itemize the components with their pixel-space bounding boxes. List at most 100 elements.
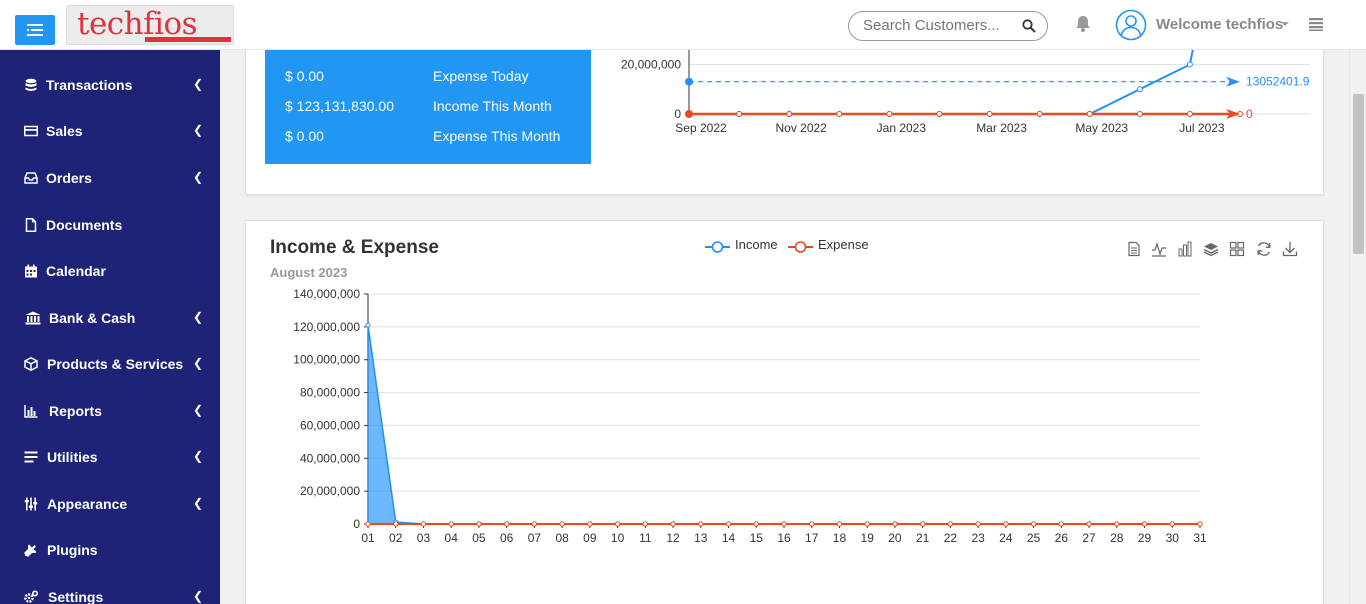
refresh-icon[interactable] [1256, 241, 1272, 257]
sidebar-item-documents[interactable]: Documents [0, 205, 220, 245]
sidebar-item-label: Plugins [47, 542, 98, 558]
x-tick-label: Nov 2022 [775, 121, 827, 135]
database-icon [25, 78, 37, 91]
y-tick-label: 80,000,000 [300, 386, 360, 400]
data-point [886, 111, 893, 117]
y-tick-label: 60,000,000 [300, 418, 360, 432]
sidebar-item-settings[interactable]: Settings ❮ [0, 577, 220, 604]
data-point [614, 521, 621, 527]
summary-row: $ 0.00 Expense Today [265, 68, 591, 88]
data-point [1136, 111, 1143, 117]
plug-icon [24, 544, 37, 557]
sidebar-item-sales[interactable]: Sales ❮ [0, 111, 220, 151]
caret-down-icon[interactable] [1281, 22, 1289, 26]
series-line-income [367, 325, 1200, 525]
data-point [986, 111, 993, 117]
x-tick-label: Jan 2023 [877, 121, 927, 135]
data-point [1036, 111, 1043, 117]
y-tick-label: 0 [353, 517, 360, 531]
sidebar-item-appearance[interactable]: Appearance ❮ [0, 484, 220, 524]
data-point [1086, 111, 1093, 117]
sidebar-item-label: Reports [49, 403, 102, 419]
x-tick-label: 25 [1027, 531, 1041, 545]
tiled-icon[interactable] [1229, 241, 1245, 257]
x-tick-label: 24 [999, 531, 1013, 545]
bell-icon[interactable] [1075, 15, 1091, 33]
data-point [420, 521, 427, 527]
list-icon [24, 451, 38, 463]
logo-tagline-strip [145, 37, 231, 42]
data-view-icon[interactable] [1126, 241, 1142, 257]
expense-markline-start [685, 110, 693, 118]
x-tick-label: 27 [1082, 531, 1096, 545]
x-tick-label: 15 [750, 531, 764, 545]
sidebar-item-plugins[interactable]: Plugins [0, 530, 220, 570]
data-point [642, 521, 649, 527]
search-icon[interactable] [1022, 19, 1036, 33]
chevron-left-icon: ❮ [193, 170, 204, 184]
data-point [587, 521, 593, 527]
summary-row: $ 0.00 Expense This Month [265, 128, 591, 148]
data-point [365, 322, 371, 328]
x-tick-label: 17 [805, 531, 819, 545]
x-tick-label: 01 [361, 531, 375, 545]
download-icon[interactable] [1282, 241, 1298, 257]
search-input[interactable] [863, 17, 1013, 34]
page-scrollbar[interactable] [1349, 50, 1366, 604]
sidebar-item-reports[interactable]: Reports ❮ [0, 391, 220, 431]
x-tick-label: 13 [694, 531, 708, 545]
data-point [919, 521, 926, 527]
summary-box: $ 0.00 Expense Today $ 123,131,830.00 In… [265, 30, 591, 164]
x-tick-label: 03 [417, 531, 431, 545]
data-point [365, 521, 371, 527]
sidebar-item-orders[interactable]: Orders ❮ [0, 158, 220, 198]
x-tick-label: 29 [1138, 531, 1152, 545]
expense-markline-label: 0 [1246, 107, 1253, 121]
data-point [448, 521, 454, 527]
data-point [781, 521, 787, 527]
data-point [1058, 521, 1065, 527]
x-tick-label: 31 [1193, 531, 1207, 545]
line-chart-icon[interactable] [1151, 241, 1167, 257]
data-point [892, 521, 898, 527]
summary-label: Expense This Month [433, 128, 561, 144]
sidebar-item-label: Utilities [47, 449, 98, 465]
y-tick-label: 100,000,000 [293, 353, 360, 367]
x-tick-label: 28 [1110, 531, 1124, 545]
stack-icon[interactable] [1203, 241, 1219, 257]
data-point [559, 521, 565, 527]
cogs-icon [24, 590, 38, 603]
sidebar-toggle-button[interactable] [15, 15, 55, 45]
x-tick-label: 10 [611, 531, 625, 545]
x-tick-label: 20 [888, 531, 902, 545]
sliders-icon [24, 497, 38, 511]
bar-chart-icon[interactable] [1177, 241, 1193, 257]
brand-logo[interactable]: techfios [66, 5, 234, 45]
income-markline-start [685, 77, 693, 86]
sidebar-item-label: Appearance [47, 496, 128, 512]
y-tick-label: 120,000,000 [293, 320, 360, 334]
top-navbar: techfios Welcome techfios [0, 0, 1366, 50]
list-menu-icon[interactable] [1309, 17, 1323, 31]
sidebar-item-calendar[interactable]: Calendar [0, 251, 220, 291]
data-point [936, 111, 943, 117]
chart-subtitle: August 2023 [270, 265, 348, 280]
sidebar-item-label: Settings [48, 589, 104, 604]
sidebar-item-products-services[interactable]: Products & Services ❮ [0, 344, 220, 384]
legend-label: Expense [818, 237, 869, 252]
user-avatar-icon[interactable] [1115, 9, 1147, 41]
user-welcome-menu[interactable]: Welcome techfios [1156, 16, 1283, 33]
data-point [975, 521, 981, 527]
summary-amount: $ 0.00 [285, 68, 324, 84]
sidebar-item-label: Documents [46, 217, 123, 233]
x-tick-label: 07 [528, 531, 542, 545]
data-point [1186, 61, 1193, 68]
scrollbar-thumb[interactable] [1353, 94, 1364, 254]
sidebar-item-transactions[interactable]: Transactions ❮ [0, 65, 220, 105]
sidebar-item-utilities[interactable]: Utilities ❮ [0, 437, 220, 477]
bar-chart-icon [24, 405, 38, 418]
data-point [736, 111, 743, 117]
credit-card-icon [24, 125, 38, 137]
sidebar-item-bank-cash[interactable]: Bank & Cash ❮ [0, 298, 220, 338]
data-point [1136, 86, 1143, 93]
